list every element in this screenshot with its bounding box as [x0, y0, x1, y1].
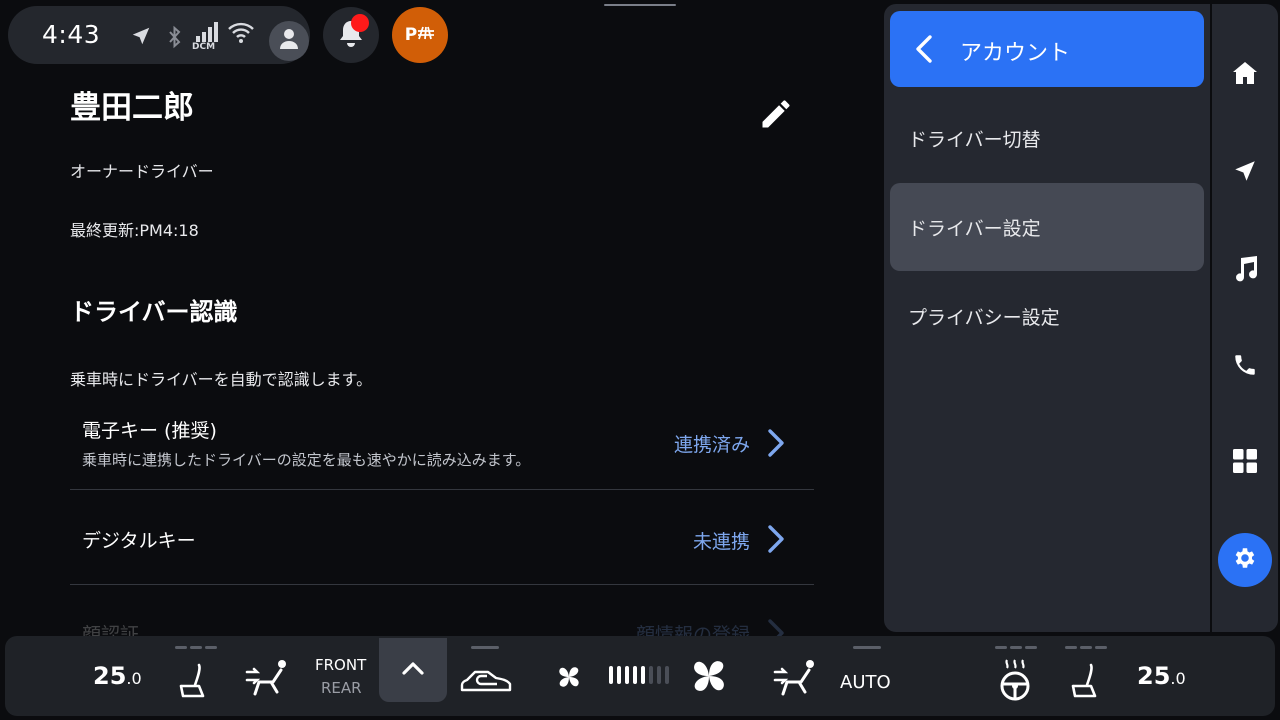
- notification-dot: [351, 14, 369, 32]
- fan-increase-icon[interactable]: [689, 656, 729, 700]
- section-title: ドライバー認識: [70, 298, 238, 326]
- right-temperature[interactable]: 25.0: [1137, 662, 1186, 690]
- seat-level-dash: [190, 646, 202, 649]
- list-item-digital-key[interactable]: デジタルキー 未連携: [70, 500, 814, 580]
- phone-icon: [1232, 352, 1258, 382]
- fan-speed-bar: [649, 666, 653, 684]
- fan-speed-bar: [657, 666, 661, 684]
- left-temp-decimal: .0: [126, 669, 142, 688]
- list-item-face-recognition[interactable]: 顔認証 顔情報の登録: [70, 596, 814, 636]
- row-title: デジタルキー: [82, 530, 196, 552]
- row-value: 未連携: [692, 531, 750, 553]
- wifi-icon: [228, 22, 254, 48]
- right-temp-decimal: .0: [1170, 669, 1186, 688]
- menu-item-label: ドライバー設定: [908, 218, 1041, 240]
- chevron-right-icon: [764, 428, 788, 462]
- auto-button[interactable]: AUTO: [840, 672, 891, 693]
- chevron-right-icon: [764, 524, 788, 558]
- pencil-icon: [758, 96, 794, 136]
- notification-button[interactable]: [323, 7, 379, 63]
- user-role: オーナードライバー: [70, 162, 214, 181]
- music-icon: [1232, 254, 1258, 286]
- fan-speed-bar: [609, 666, 613, 684]
- rail-music-button[interactable]: [1218, 243, 1272, 297]
- fan-speed-bar: [617, 666, 621, 684]
- parking-sensor-icon: [417, 25, 435, 46]
- bluetooth-icon: [166, 25, 184, 53]
- seat-heater-right-icon[interactable]: [1067, 662, 1103, 706]
- seat-level-dash: [1080, 646, 1092, 649]
- fan-speed-bar: [625, 666, 629, 684]
- steering-level-dash: [1010, 646, 1022, 649]
- edit-button[interactable]: [752, 92, 800, 140]
- left-temp-value: 25: [93, 662, 127, 690]
- left-temperature[interactable]: 25.0: [93, 662, 142, 690]
- climate-bar: 25.0 FRONT REAR AUTO 25.0: [5, 636, 1275, 716]
- seat-level-dash: [175, 646, 187, 649]
- person-icon: [279, 28, 299, 54]
- menu-item-driver-switch[interactable]: ドライバー切替: [890, 94, 1204, 182]
- divider: [70, 584, 814, 585]
- seat-level-dash: [1095, 646, 1107, 649]
- steering-level-dash: [1025, 646, 1037, 649]
- menu-item-privacy-settings[interactable]: プライバシー設定: [890, 272, 1204, 360]
- recirculation-icon[interactable]: [459, 666, 513, 700]
- parking-label: P: [404, 25, 418, 45]
- chevron-right-icon: [764, 618, 788, 636]
- auto-indicator: [853, 646, 881, 649]
- status-bar: 4:43 DCM: [8, 6, 310, 64]
- rail-home-button[interactable]: [1218, 48, 1272, 102]
- back-icon[interactable]: [912, 34, 936, 68]
- steering-level-dash: [995, 646, 1007, 649]
- row-title: 電子キー (推奨): [82, 420, 217, 442]
- settings-icon: [1232, 545, 1258, 575]
- seat-heater-left-icon[interactable]: [175, 662, 211, 706]
- location-icon: [130, 25, 152, 51]
- nav-rail: [1212, 4, 1278, 632]
- divider: [70, 489, 814, 490]
- navigation-icon: [1232, 158, 1258, 188]
- climate-expand-button[interactable]: [379, 638, 447, 702]
- right-temp-value: 25: [1137, 662, 1171, 690]
- airflow-mode-right-icon[interactable]: [773, 658, 819, 702]
- rail-navigation-button[interactable]: [1218, 146, 1272, 200]
- row-value: 顔情報の登録: [635, 624, 750, 636]
- parking-assist-button[interactable]: P: [392, 7, 448, 63]
- panel-title: アカウント: [960, 41, 1071, 66]
- fan-speed-indicator: [609, 666, 669, 684]
- clock: 4:43: [42, 20, 101, 49]
- panel-header[interactable]: アカウント: [890, 11, 1204, 87]
- seat-level-dash: [205, 646, 217, 649]
- profile-button[interactable]: [269, 21, 309, 61]
- last-updated: 最終更新:PM4:18: [70, 221, 199, 240]
- airflow-mode-left-icon[interactable]: [245, 658, 291, 702]
- menu-item-driver-settings[interactable]: ドライバー設定: [890, 183, 1204, 271]
- rail-apps-button[interactable]: [1218, 436, 1272, 490]
- menu-item-label: ドライバー切替: [908, 129, 1041, 151]
- seat-level-dash: [1065, 646, 1077, 649]
- row-title: 顔認証: [82, 624, 140, 636]
- row-subtitle: 乗車時に連携したドライバーの設定を最も速やかに読み込みます。: [82, 451, 531, 469]
- zone-front-label[interactable]: FRONT: [315, 656, 366, 674]
- zone-rear-label[interactable]: REAR: [321, 679, 362, 697]
- home-icon: [1231, 60, 1259, 90]
- fan-speed-bar: [633, 666, 637, 684]
- row-value: 連携済み: [673, 434, 750, 456]
- fan-speed-bar: [641, 666, 645, 684]
- chevron-up-icon: [401, 660, 425, 680]
- fan-speed-bar: [665, 666, 669, 684]
- recirculation-indicator: [471, 646, 499, 649]
- rail-settings-button[interactable]: [1218, 533, 1272, 587]
- fan-decrease-icon[interactable]: [556, 664, 582, 694]
- section-description: 乗車時にドライバーを自動で認識します。: [70, 370, 373, 389]
- apps-icon: [1233, 449, 1257, 477]
- settings-panel: アカウント ドライバー切替 ドライバー設定 プライバシー設定: [884, 4, 1210, 632]
- list-item-electronic-key[interactable]: 電子キー (推奨) 乗車時に連携したドライバーの設定を最も速やかに読み込みます。…: [70, 412, 814, 490]
- menu-item-label: プライバシー設定: [908, 307, 1060, 329]
- top-drag-handle[interactable]: [604, 4, 676, 6]
- rail-phone-button[interactable]: [1218, 340, 1272, 394]
- user-name: 豊田二郎: [70, 90, 194, 126]
- steering-heater-icon[interactable]: [995, 658, 1035, 706]
- dcm-label: DCM: [192, 42, 216, 52]
